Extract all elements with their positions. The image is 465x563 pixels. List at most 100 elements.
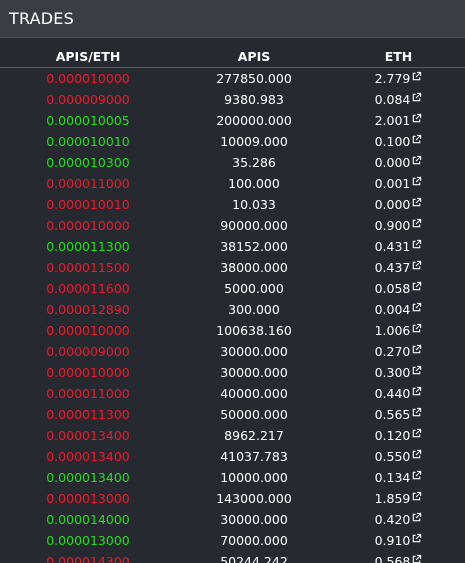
trade-price: 0.000011000 bbox=[46, 176, 130, 191]
table-row: 0.000013400 10000.000 0.134 bbox=[0, 467, 465, 488]
external-link-icon[interactable] bbox=[411, 407, 422, 418]
trade-total: 0.270 bbox=[374, 344, 411, 359]
trade-total-cell: 0.000 bbox=[332, 197, 465, 212]
trade-amount: 41037.783 bbox=[220, 449, 288, 464]
trade-total-cell: 0.100 bbox=[332, 134, 465, 149]
trade-price: 0.000011300 bbox=[46, 239, 130, 254]
external-link-icon[interactable] bbox=[411, 281, 422, 292]
trade-price: 0.000011500 bbox=[46, 260, 130, 275]
trade-price: 0.000013400 bbox=[46, 470, 130, 485]
trade-total-cell: 0.420 bbox=[332, 512, 465, 527]
trade-amount: 5000.000 bbox=[224, 281, 284, 296]
trade-total-cell: 0.134 bbox=[332, 470, 465, 485]
table-row: 0.000010010 10009.000 0.100 bbox=[0, 131, 465, 152]
trade-total: 0.134 bbox=[374, 470, 411, 485]
external-link-icon[interactable] bbox=[411, 155, 422, 166]
external-link-icon[interactable] bbox=[411, 344, 422, 355]
table-row: 0.000011500 38000.000 0.437 bbox=[0, 257, 465, 278]
trade-price: 0.000010000 bbox=[46, 218, 130, 233]
table-row: 0.000010000 100638.160 1.006 bbox=[0, 320, 465, 341]
trade-amount: 143000.000 bbox=[216, 491, 292, 506]
trade-total: 0.440 bbox=[374, 386, 411, 401]
trade-price: 0.000009000 bbox=[46, 92, 130, 107]
table-row: 0.000011300 50000.000 0.565 bbox=[0, 404, 465, 425]
trade-amount: 10.033 bbox=[232, 197, 276, 212]
trade-price: 0.000010000 bbox=[46, 323, 130, 338]
trade-total-cell: 0.300 bbox=[332, 365, 465, 380]
trade-price: 0.000010000 bbox=[46, 71, 130, 86]
trade-price: 0.000011300 bbox=[46, 407, 130, 422]
external-link-icon[interactable] bbox=[411, 386, 422, 397]
column-header-total: ETH bbox=[384, 49, 413, 64]
trade-amount: 90000.000 bbox=[220, 218, 288, 233]
external-link-icon[interactable] bbox=[411, 512, 422, 523]
trade-total: 0.550 bbox=[374, 449, 411, 464]
external-link-icon[interactable] bbox=[411, 176, 422, 187]
trade-total-cell: 0.550 bbox=[332, 449, 465, 464]
table-row: 0.000011000 40000.000 0.440 bbox=[0, 383, 465, 404]
table-header: APIS/ETH APIS ETH bbox=[0, 38, 465, 68]
trade-amount: 38152.000 bbox=[220, 239, 288, 254]
trades-list: 0.000010000 277850.000 2.779 0.000009000 938… bbox=[0, 68, 465, 563]
trade-amount: 100.000 bbox=[228, 176, 280, 191]
table-row: 0.000011000 100.000 0.001 bbox=[0, 173, 465, 194]
external-link-icon[interactable] bbox=[411, 218, 422, 229]
trade-total-cell: 0.120 bbox=[332, 428, 465, 443]
trade-price: 0.000012890 bbox=[46, 302, 130, 317]
table-row: 0.000011300 38152.000 0.431 bbox=[0, 236, 465, 257]
trade-amount: 50244.242 bbox=[220, 554, 288, 563]
trade-price: 0.000010300 bbox=[46, 155, 130, 170]
trade-price: 0.000014300 bbox=[46, 554, 130, 563]
table-row: 0.000013400 41037.783 0.550 bbox=[0, 446, 465, 467]
external-link-icon[interactable] bbox=[411, 92, 422, 103]
trade-total-cell: 0.004 bbox=[332, 302, 465, 317]
trade-amount: 300.000 bbox=[228, 302, 280, 317]
table-row: 0.000013400 8962.217 0.120 bbox=[0, 425, 465, 446]
external-link-icon[interactable] bbox=[411, 365, 422, 376]
trade-total-cell: 0.000 bbox=[332, 155, 465, 170]
column-header-price: APIS/ETH bbox=[55, 49, 121, 64]
external-link-icon[interactable] bbox=[411, 302, 422, 313]
trade-total: 0.058 bbox=[374, 281, 411, 296]
trade-total-cell: 0.431 bbox=[332, 239, 465, 254]
trade-total-cell: 1.859 bbox=[332, 491, 465, 506]
trade-amount: 9380.983 bbox=[224, 92, 284, 107]
external-link-icon[interactable] bbox=[411, 134, 422, 145]
table-row: 0.000013000 143000.000 1.859 bbox=[0, 488, 465, 509]
trade-amount: 50000.000 bbox=[220, 407, 288, 422]
trade-total: 0.910 bbox=[374, 533, 411, 548]
trade-price: 0.000014000 bbox=[46, 512, 130, 527]
external-link-icon[interactable] bbox=[411, 197, 422, 208]
trade-price: 0.000011000 bbox=[46, 386, 130, 401]
trade-amount: 277850.000 bbox=[216, 71, 292, 86]
external-link-icon[interactable] bbox=[411, 260, 422, 271]
trade-amount: 10009.000 bbox=[220, 134, 288, 149]
table-row: 0.000009000 9380.983 0.084 bbox=[0, 89, 465, 110]
external-link-icon[interactable] bbox=[411, 470, 422, 481]
external-link-icon[interactable] bbox=[411, 323, 422, 334]
trade-total: 0.004 bbox=[374, 302, 411, 317]
table-row: 0.000010000 30000.000 0.300 bbox=[0, 362, 465, 383]
external-link-icon[interactable] bbox=[411, 533, 422, 544]
trade-total-cell: 0.437 bbox=[332, 260, 465, 275]
table-row: 0.000010000 277850.000 2.779 bbox=[0, 68, 465, 89]
external-link-icon[interactable] bbox=[411, 554, 422, 563]
trade-total-cell: 0.568 bbox=[332, 554, 465, 563]
external-link-icon[interactable] bbox=[411, 449, 422, 460]
trade-amount: 10000.000 bbox=[220, 470, 288, 485]
trade-total: 0.431 bbox=[374, 239, 411, 254]
table-row: 0.000010010 10.033 0.000 bbox=[0, 194, 465, 215]
trade-total: 0.000 bbox=[374, 155, 411, 170]
panel-title: TRADES bbox=[9, 9, 74, 28]
external-link-icon[interactable] bbox=[411, 491, 422, 502]
trade-total: 2.001 bbox=[374, 113, 411, 128]
column-header-amount: APIS bbox=[237, 49, 271, 64]
external-link-icon[interactable] bbox=[411, 113, 422, 124]
external-link-icon[interactable] bbox=[411, 71, 422, 82]
external-link-icon[interactable] bbox=[411, 428, 422, 439]
external-link-icon[interactable] bbox=[411, 239, 422, 250]
trade-total: 0.900 bbox=[374, 218, 411, 233]
trade-amount: 8962.217 bbox=[224, 428, 284, 443]
table-row: 0.000012890 300.000 0.004 bbox=[0, 299, 465, 320]
trade-price: 0.000009000 bbox=[46, 344, 130, 359]
